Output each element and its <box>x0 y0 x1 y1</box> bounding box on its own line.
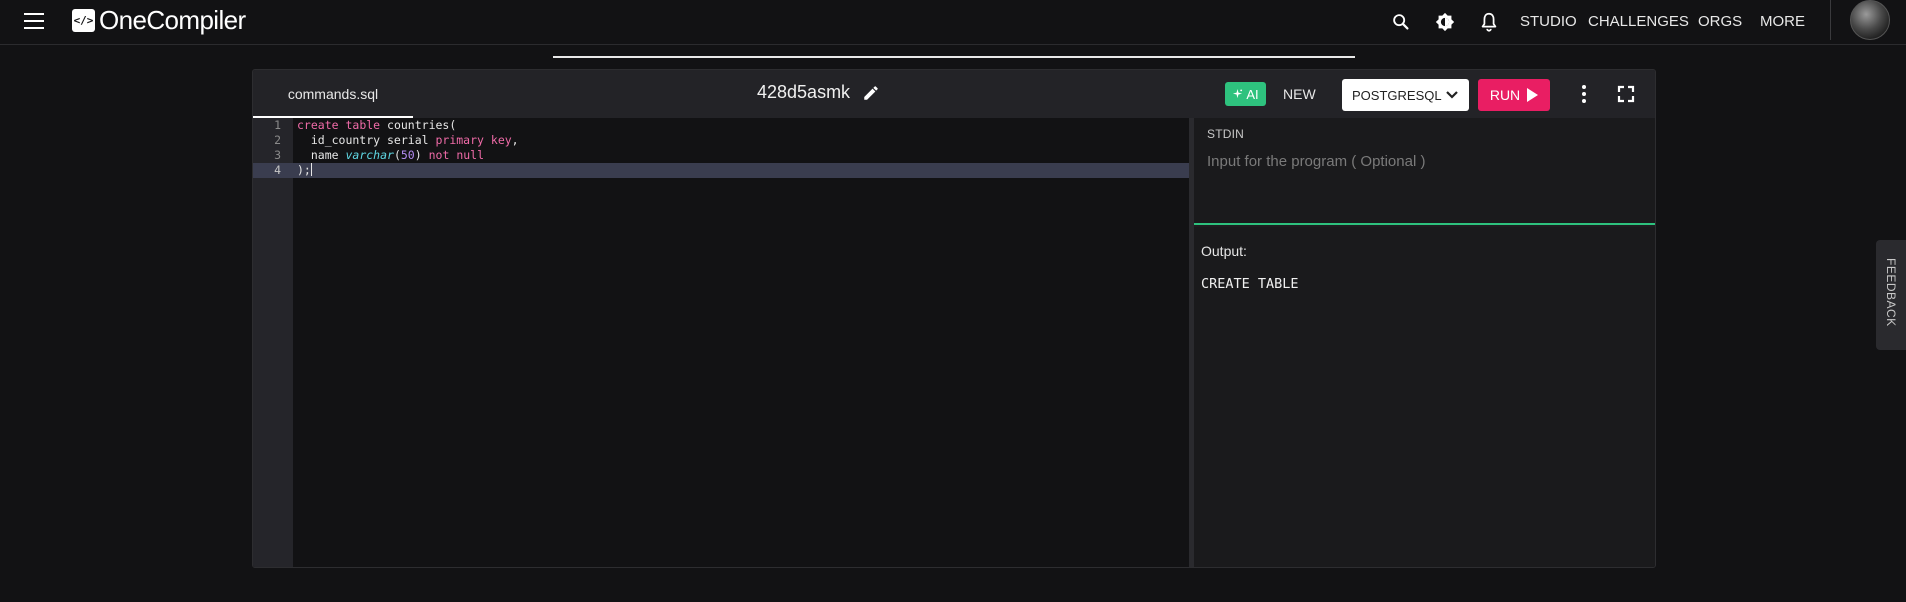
stdin-label: STDIN <box>1207 127 1244 141</box>
more-options-icon[interactable] <box>1578 83 1590 105</box>
editor-toolbar: commands.sql 428d5asmk AI NEW POSTGRESQL… <box>253 70 1655 118</box>
output-label: Output: <box>1201 243 1247 259</box>
ai-button[interactable]: AI <box>1225 82 1266 106</box>
logo[interactable]: </> OneCompiler <box>72 4 246 35</box>
code-line[interactable]: 3 name varchar(50) not null <box>253 148 1189 163</box>
hamburger-menu-icon[interactable] <box>22 10 46 32</box>
run-button[interactable]: RUN <box>1478 79 1550 111</box>
file-tab-label: commands.sql <box>287 86 379 102</box>
code-line-text: id_country serial primary key, <box>297 133 519 147</box>
line-number: 4 <box>274 163 281 177</box>
language-select[interactable]: POSTGRESQL <box>1342 79 1469 111</box>
logo-mark-icon: </> <box>72 8 95 32</box>
code-editor[interactable]: 1 create table countries( 2 id_country s… <box>253 118 1189 567</box>
code-line-text: create table countries( <box>297 118 457 132</box>
code-title-area: 428d5asmk <box>757 82 880 103</box>
feedback-tab[interactable]: FEEDBACK <box>1876 240 1906 350</box>
editor-panel: commands.sql 428d5asmk AI NEW POSTGRESQL… <box>252 69 1656 568</box>
line-number: 3 <box>274 148 281 162</box>
code-line-text: ); <box>297 163 312 177</box>
nav-link-studio[interactable]: STUDIO <box>1520 13 1577 30</box>
nav-link-challenges[interactable]: CHALLENGES <box>1588 13 1689 30</box>
line-number-gutter <box>253 118 293 567</box>
nav-link-more[interactable]: MORE <box>1760 13 1805 30</box>
search-icon[interactable] <box>1390 11 1412 33</box>
ai-button-label: AI <box>1246 86 1259 102</box>
edit-pencil-icon[interactable] <box>862 84 880 102</box>
output-text: CREATE TABLE <box>1201 276 1299 292</box>
language-select-value: POSTGRESQL <box>1352 87 1442 103</box>
file-tab[interactable]: commands.sql <box>253 70 413 118</box>
text-cursor <box>310 163 312 176</box>
sparkle-icon <box>1233 88 1243 98</box>
code-title: 428d5asmk <box>757 82 851 102</box>
code-line-text: name varchar(50) not null <box>297 148 485 162</box>
run-button-label: RUN <box>1489 87 1521 103</box>
chevron-down-icon <box>1446 91 1458 99</box>
code-line[interactable]: 2 id_country serial primary key, <box>253 133 1189 148</box>
stdin-input[interactable] <box>1207 150 1647 172</box>
top-navbar: </> OneCompiler STUDIO CHALLENGES ORGS M… <box>0 0 1906 45</box>
play-icon <box>1527 88 1539 102</box>
notification-bell-icon[interactable] <box>1478 11 1500 33</box>
theme-toggle-icon[interactable] <box>1434 11 1456 33</box>
new-button[interactable]: NEW <box>1283 86 1316 102</box>
fullscreen-icon[interactable] <box>1616 84 1636 104</box>
stdin-pane: STDIN <box>1194 118 1655 225</box>
logo-text: OneCompiler <box>99 4 246 35</box>
output-pane: Output: CREATE TABLE <box>1194 227 1655 567</box>
code-line-active[interactable]: 4 ); <box>253 163 1189 178</box>
code-line[interactable]: 1 create table countries( <box>253 118 1189 133</box>
user-avatar[interactable] <box>1850 0 1890 40</box>
nav-link-orgs[interactable]: ORGS <box>1698 13 1742 30</box>
line-number: 1 <box>274 118 281 132</box>
line-number: 2 <box>274 133 281 147</box>
loading-progress-bar <box>553 56 1355 58</box>
feedback-label: FEEDBACK <box>1884 258 1898 327</box>
nav-divider <box>1830 0 1831 40</box>
